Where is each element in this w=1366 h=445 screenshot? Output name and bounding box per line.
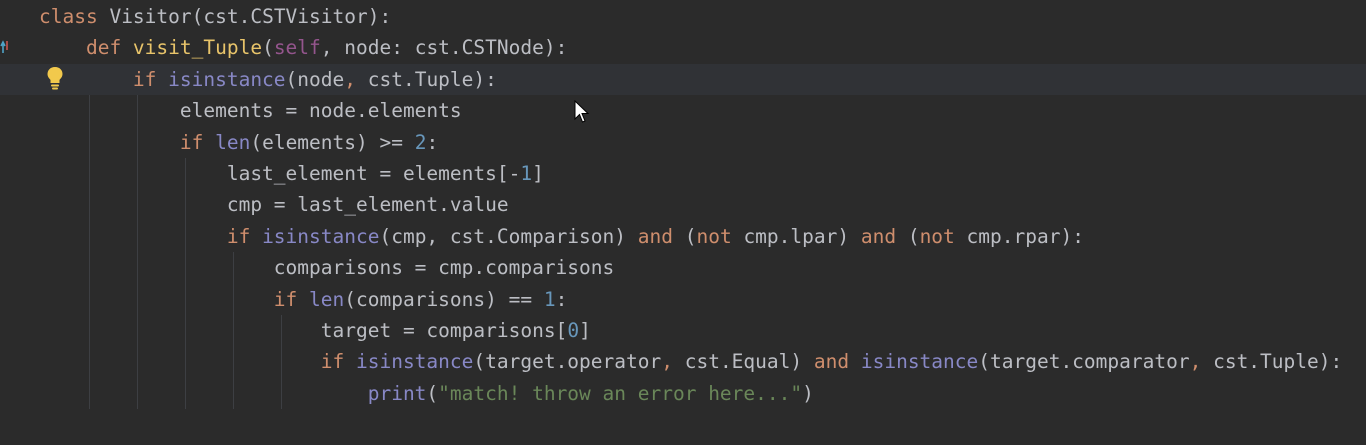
code-token: cst.Tuple): xyxy=(356,67,497,91)
code-token: ] xyxy=(532,162,544,185)
code-token: cst.Tuple): xyxy=(1201,350,1343,374)
code-token: if xyxy=(39,350,356,374)
code-token: len xyxy=(309,287,345,311)
code-line[interactable]: def visit_Tuple(self, node: cst.CSTNode)… xyxy=(0,32,1366,63)
code-token: len xyxy=(215,130,251,154)
code-token: 1 xyxy=(520,162,533,185)
code-text: def visit_Tuple(self, node: cst.CSTNode)… xyxy=(39,32,567,63)
code-token: not xyxy=(919,224,955,248)
code-token: ( xyxy=(896,224,920,248)
code-token: , xyxy=(1189,350,1202,374)
code-token: comparisons = cmp.comparisons xyxy=(39,256,615,280)
code-token: isinstance xyxy=(860,350,979,374)
code-token: if xyxy=(39,224,263,248)
code-token: visit_Tuple xyxy=(132,36,263,60)
code-line[interactable]: if len(comparisons) == 1: xyxy=(0,284,1366,315)
code-token: , xyxy=(661,350,673,374)
code-text: if isinstance(cmp, cst.Comparison) and (… xyxy=(39,221,1084,252)
code-token: and xyxy=(813,350,850,374)
code-line[interactable]: elements = node.elements xyxy=(0,95,1366,126)
code-token: : xyxy=(555,287,568,311)
code-text: cmp = last_element.value xyxy=(39,189,509,220)
code-text: class Visitor(cst.CSTVisitor): xyxy=(39,1,391,32)
lightbulb-icon[interactable] xyxy=(46,66,64,90)
code-token: cst.Equal) xyxy=(672,350,814,374)
code-line[interactable]: cmp = last_element.value xyxy=(0,189,1366,220)
code-token: and xyxy=(637,224,673,248)
code-token: cmp = last_element.value xyxy=(39,193,509,217)
mouse-pointer-icon xyxy=(574,100,590,123)
code-text: elements = node.elements xyxy=(39,95,462,126)
code-text: if len(comparisons) == 1: xyxy=(39,284,568,315)
code-line[interactable]: if isinstance(node, cst.Tuple): xyxy=(0,63,1366,95)
code-token: ( xyxy=(262,36,274,60)
code-line[interactable]: comparisons = cmp.comparisons xyxy=(0,252,1366,283)
code-editor[interactable]: class Visitor(cst.CSTVisitor): def visit… xyxy=(0,0,1366,445)
code-line[interactable]: if isinstance(target.operator, cst.Equal… xyxy=(0,346,1366,377)
code-token: ( xyxy=(426,381,439,405)
code-token: def xyxy=(39,36,133,60)
code-token: (elements) >= xyxy=(250,130,415,154)
code-token: ( xyxy=(672,224,697,248)
code-text: target = comparisons[0] xyxy=(39,315,591,346)
code-token: , node: cst.CSTNode): xyxy=(320,36,568,60)
code-text: if isinstance(target.operator, cst.Equal… xyxy=(39,346,1342,377)
code-text: last_element = elements[-1] xyxy=(39,158,544,189)
code-token: (target.operator xyxy=(473,350,662,374)
code-line[interactable]: print("match! throw an error here...") xyxy=(0,378,1366,409)
code-text: print("match! throw an error here...") xyxy=(39,378,814,409)
code-token: cmp.lpar) xyxy=(731,224,861,248)
code-token: isinstance xyxy=(355,350,474,374)
code-token: isinstance xyxy=(262,224,380,248)
code-token: isinstance xyxy=(168,67,286,91)
code-token: if xyxy=(39,130,216,154)
code-token: Visitor(cst.CSTVisitor): xyxy=(109,5,392,28)
code-token: class xyxy=(39,5,110,28)
code-token: not xyxy=(696,224,732,248)
code-text: if len(elements) >= 2: xyxy=(39,127,438,158)
code-line[interactable]: class Visitor(cst.CSTVisitor): xyxy=(0,1,1366,32)
code-line[interactable]: last_element = elements[-1] xyxy=(0,158,1366,189)
code-token: print xyxy=(39,381,427,405)
code-token: : xyxy=(426,130,439,154)
code-text: comparisons = cmp.comparisons xyxy=(39,252,614,283)
code-token: 0 xyxy=(567,319,580,342)
code-token: target = comparisons[ xyxy=(39,319,568,342)
code-line[interactable]: target = comparisons[0] xyxy=(0,315,1366,346)
code-token: if xyxy=(39,287,310,311)
code-token: (node xyxy=(285,67,345,91)
code-token: , xyxy=(344,67,356,91)
code-token: ] xyxy=(579,319,591,342)
code-token: last_element = elements[- xyxy=(39,162,521,185)
code-token: elements = node.elements xyxy=(39,99,462,123)
code-token: ) xyxy=(802,381,814,405)
code-token: and xyxy=(860,224,897,248)
code-token: (cmp, cst.Comparison) xyxy=(379,224,638,248)
code-token: 1 xyxy=(543,287,556,311)
code-line[interactable]: if isinstance(cmp, cst.Comparison) and (… xyxy=(0,221,1366,252)
code-token: cmp.rpar): xyxy=(954,224,1084,248)
code-token: 2 xyxy=(414,130,427,154)
override-method-arrow-icon[interactable] xyxy=(0,40,10,54)
code-token: self xyxy=(273,36,321,60)
code-line[interactable]: if len(elements) >= 2: xyxy=(0,127,1366,158)
code-text: if isinstance(node, cst.Tuple): xyxy=(39,64,497,95)
code-token: (target.comparator xyxy=(978,350,1190,374)
code-token: "match! throw an error here..." xyxy=(438,381,803,405)
code-token: (comparisons) == xyxy=(344,287,544,311)
